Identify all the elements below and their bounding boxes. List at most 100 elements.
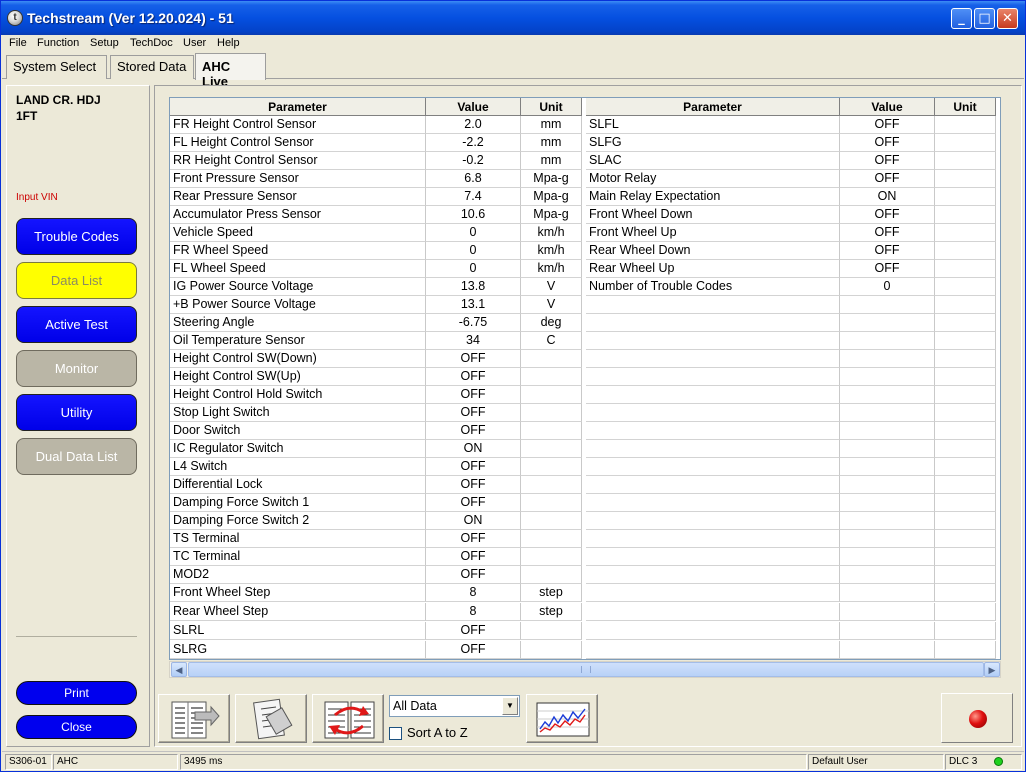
value-cell[interactable]: 34: [426, 332, 521, 350]
value-cell[interactable]: 0: [426, 224, 521, 242]
unit-cell[interactable]: Mpa-g: [521, 170, 582, 188]
param-cell[interactable]: Vehicle Speed: [170, 224, 426, 242]
unit-cell[interactable]: [935, 350, 996, 368]
param-cell[interactable]: FR Wheel Speed: [170, 242, 426, 260]
param-cell[interactable]: Steering Angle: [170, 314, 426, 332]
param-cell[interactable]: SLAC: [586, 152, 840, 170]
unit-cell[interactable]: [521, 494, 582, 512]
parameter-select-button[interactable]: [158, 694, 230, 743]
param-cell[interactable]: TC Terminal: [170, 548, 426, 566]
param-cell[interactable]: Door Switch: [170, 422, 426, 440]
unit-cell[interactable]: [935, 622, 996, 640]
param-cell[interactable]: Height Control Hold Switch: [170, 386, 426, 404]
param-cell[interactable]: [586, 476, 840, 494]
unit-cell[interactable]: mm: [521, 152, 582, 170]
maximize-icon[interactable]: □: [974, 8, 995, 29]
unit-cell[interactable]: [521, 440, 582, 458]
unit-cell[interactable]: [935, 314, 996, 332]
unit-cell[interactable]: V: [521, 296, 582, 314]
unit-cell[interactable]: Mpa-g: [521, 206, 582, 224]
horizontal-scrollbar[interactable]: ◀ ▶: [169, 661, 1001, 678]
chevron-down-icon[interactable]: ▼: [502, 697, 518, 715]
column-header-parameter-right[interactable]: Parameter: [586, 98, 840, 116]
value-cell[interactable]: [840, 368, 935, 386]
unit-cell[interactable]: [521, 350, 582, 368]
param-cell[interactable]: IG Power Source Voltage: [170, 278, 426, 296]
scroll-left-icon[interactable]: ◀: [171, 662, 187, 677]
param-cell[interactable]: [586, 566, 840, 584]
param-cell[interactable]: Front Wheel Up: [586, 224, 840, 242]
value-cell[interactable]: [840, 566, 935, 584]
value-cell[interactable]: 10.6: [426, 206, 521, 224]
value-cell[interactable]: OFF: [840, 116, 935, 134]
value-cell[interactable]: OFF: [426, 368, 521, 386]
tab-system-select[interactable]: System Select: [6, 55, 107, 79]
value-cell[interactable]: OFF: [426, 422, 521, 440]
value-cell[interactable]: OFF: [840, 260, 935, 278]
unit-cell[interactable]: step: [521, 584, 582, 602]
unit-cell[interactable]: V: [521, 278, 582, 296]
param-cell[interactable]: SLRL: [170, 622, 426, 640]
value-cell[interactable]: OFF: [840, 224, 935, 242]
param-cell[interactable]: [586, 603, 840, 621]
param-cell[interactable]: [586, 368, 840, 386]
value-cell[interactable]: -2.2: [426, 134, 521, 152]
param-cell[interactable]: Height Control SW(Down): [170, 350, 426, 368]
unit-cell[interactable]: [935, 134, 996, 152]
techstream-app-icon[interactable]: t: [7, 10, 23, 26]
value-cell[interactable]: OFF: [840, 242, 935, 260]
unit-cell[interactable]: [935, 476, 996, 494]
unit-cell[interactable]: [935, 512, 996, 530]
param-cell[interactable]: [586, 440, 840, 458]
menu-user[interactable]: User: [183, 37, 206, 49]
value-cell[interactable]: 8: [426, 603, 521, 621]
unit-cell[interactable]: [935, 422, 996, 440]
value-cell[interactable]: OFF: [426, 458, 521, 476]
unit-cell[interactable]: [521, 458, 582, 476]
unit-cell[interactable]: [935, 332, 996, 350]
param-cell[interactable]: Rear Wheel Step: [170, 603, 426, 621]
monitor-button[interactable]: Monitor: [16, 350, 137, 387]
param-cell[interactable]: [586, 422, 840, 440]
value-cell[interactable]: [840, 332, 935, 350]
menu-function[interactable]: Function: [37, 37, 79, 49]
param-cell[interactable]: [586, 332, 840, 350]
param-cell[interactable]: Rear Wheel Up: [586, 260, 840, 278]
param-cell[interactable]: [586, 494, 840, 512]
value-cell[interactable]: OFF: [426, 494, 521, 512]
param-cell[interactable]: [586, 314, 840, 332]
unit-cell[interactable]: [935, 116, 996, 134]
param-cell[interactable]: SLFL: [586, 116, 840, 134]
value-cell[interactable]: OFF: [426, 530, 521, 548]
value-cell[interactable]: OFF: [426, 622, 521, 640]
unit-cell[interactable]: [935, 584, 996, 602]
value-cell[interactable]: 0: [426, 260, 521, 278]
value-cell[interactable]: 0: [426, 242, 521, 260]
unit-cell[interactable]: [521, 368, 582, 386]
value-cell[interactable]: OFF: [426, 386, 521, 404]
param-cell[interactable]: RR Height Control Sensor: [170, 152, 426, 170]
unit-cell[interactable]: [521, 386, 582, 404]
sort-a-to-z-checkbox[interactable]: [389, 727, 402, 740]
value-cell[interactable]: ON: [426, 512, 521, 530]
unit-cell[interactable]: mm: [521, 134, 582, 152]
param-cell[interactable]: [586, 404, 840, 422]
param-cell[interactable]: Number of Trouble Codes: [586, 278, 840, 296]
value-cell[interactable]: [840, 548, 935, 566]
unit-cell[interactable]: km/h: [521, 242, 582, 260]
unit-cell[interactable]: [935, 296, 996, 314]
scroll-right-icon[interactable]: ▶: [984, 662, 1000, 677]
param-cell[interactable]: [586, 512, 840, 530]
unit-cell[interactable]: [935, 641, 996, 659]
param-cell[interactable]: Differential Lock: [170, 476, 426, 494]
column-header-unit[interactable]: Unit: [521, 98, 582, 116]
value-cell[interactable]: OFF: [426, 350, 521, 368]
value-cell[interactable]: 8: [426, 584, 521, 602]
param-cell[interactable]: Stop Light Switch: [170, 404, 426, 422]
param-cell[interactable]: Height Control SW(Up): [170, 368, 426, 386]
active-test-button[interactable]: Active Test: [16, 306, 137, 343]
value-cell[interactable]: OFF: [426, 548, 521, 566]
param-cell[interactable]: Front Pressure Sensor: [170, 170, 426, 188]
column-header-unit-right[interactable]: Unit: [935, 98, 996, 116]
unit-cell[interactable]: [935, 530, 996, 548]
